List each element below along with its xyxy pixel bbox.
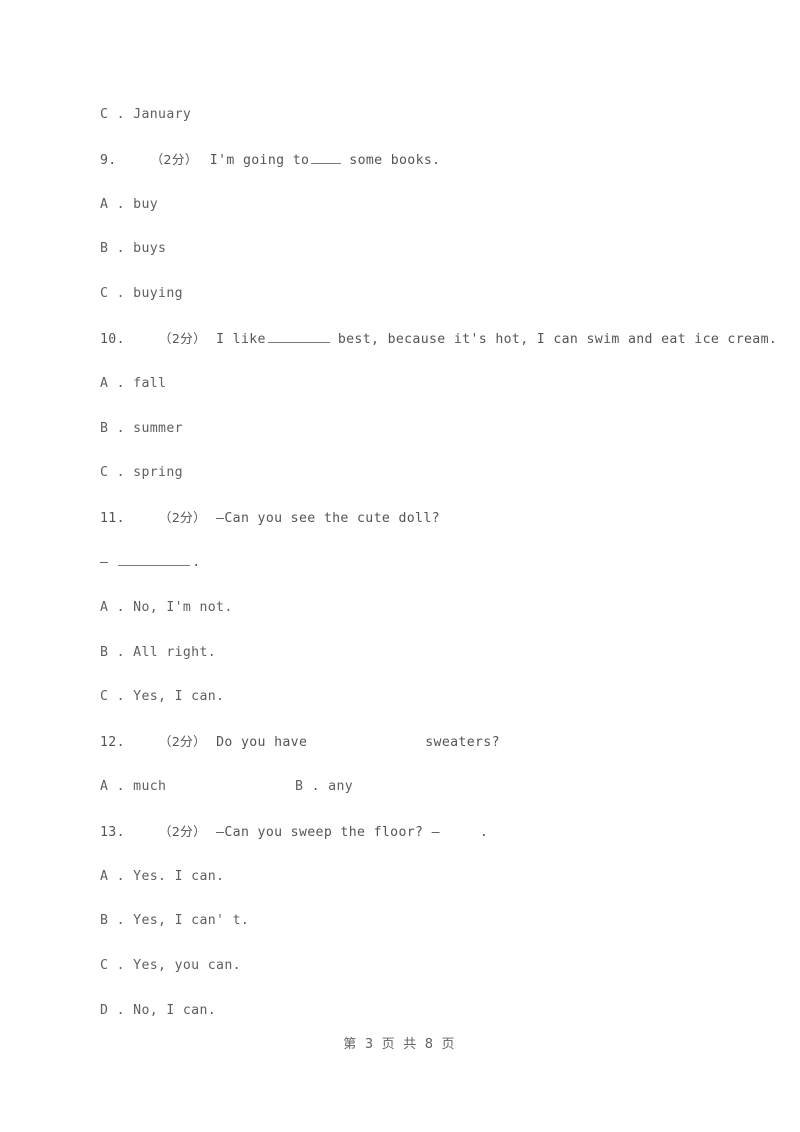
option-item[interactable]: A . much: [100, 776, 295, 798]
question-text-after: best, because it's hot, I can swim and e…: [337, 331, 778, 347]
question-text-after: .: [479, 824, 489, 840]
question-score: （2分）: [158, 734, 207, 750]
question-number: 10.: [100, 331, 125, 347]
question-stem-11: 11. （2分） —Can you see the cute doll?: [100, 507, 700, 552]
option-item[interactable]: A . buy: [100, 194, 700, 239]
question-text-after: sweaters?: [425, 735, 500, 751]
option-item[interactable]: C . Yes, I can.: [100, 686, 700, 731]
question-text-after: some books.: [349, 152, 441, 168]
question-stem-9: 9. （2分） I'm going to some books.: [100, 149, 700, 194]
option-item[interactable]: A . fall: [100, 373, 700, 418]
option-item[interactable]: B . All right.: [100, 642, 700, 687]
option-item[interactable]: B . summer: [100, 418, 700, 463]
question-score: （2分）: [158, 330, 207, 346]
fill-in-blank[interactable]: [118, 554, 191, 566]
question-text-before: Do you have: [216, 735, 308, 751]
dialogue-dash: —: [100, 554, 109, 570]
question-score: （2分）: [158, 510, 207, 526]
option-item[interactable]: B . buys: [100, 238, 700, 283]
document-page: C . January 9. （2分） I'm going to some books…: [0, 0, 800, 1132]
question-score: （2分）: [158, 823, 207, 839]
option-item[interactable]: A . No, I'm not.: [100, 597, 700, 642]
question-text: —Can you see the cute doll?: [216, 511, 440, 527]
question-text-before: —Can you sweep the floor? —: [216, 824, 440, 840]
option-item[interactable]: B . Yes, I can' t.: [100, 910, 700, 955]
option-item[interactable]: C . buying: [100, 283, 700, 328]
question-text-before: I'm going to: [209, 152, 310, 168]
option-item[interactable]: C . spring: [100, 462, 700, 507]
question-stem-12: 12. （2分） Do you have sweaters?: [100, 731, 700, 776]
question-answer-line-11: —.: [100, 552, 700, 597]
question-number: 12.: [100, 735, 125, 751]
page-footer: 第 3 页 共 8 页: [343, 1037, 457, 1052]
question-number: 13.: [100, 824, 125, 840]
question-stem-10: 10. （2分） I like best, because it's hot, I c…: [100, 328, 777, 373]
fill-in-blank[interactable]: [267, 331, 330, 343]
option-item: C . January: [100, 107, 192, 122]
question-text-before: I like: [216, 331, 266, 347]
option-item[interactable]: C . Yes, you can.: [100, 955, 700, 1000]
question-score: （2分）: [150, 151, 198, 167]
question-number: 9.: [100, 152, 117, 168]
question-number: 11.: [100, 511, 125, 527]
fill-in-blank[interactable]: [311, 152, 342, 164]
question-list: C . January 9. （2分） I'm going to some books…: [100, 104, 777, 1045]
question-stem-13: 13. （2分） —Can you sweep the floor? —.: [100, 821, 700, 866]
option-item[interactable]: B . any: [295, 776, 353, 798]
option-row: A . much B . any: [100, 776, 700, 821]
option-item[interactable]: A . Yes. I can.: [100, 866, 700, 911]
sentence-period: .: [192, 554, 201, 570]
